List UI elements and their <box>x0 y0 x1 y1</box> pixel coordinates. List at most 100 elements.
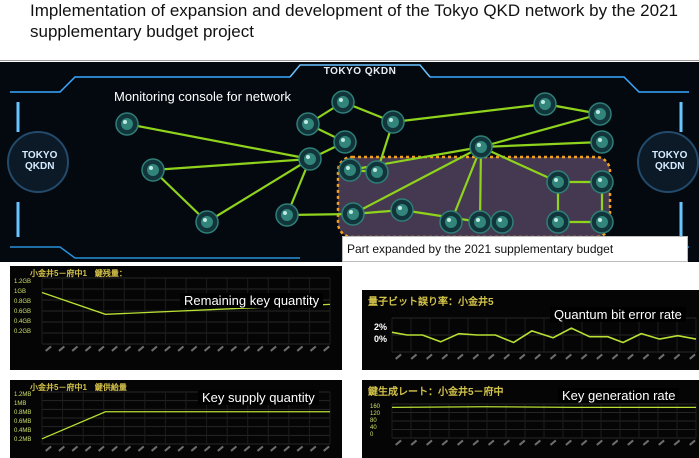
network-node <box>115 112 139 136</box>
x-tick <box>611 353 619 360</box>
x-tick <box>137 345 145 352</box>
network-console: TOKYO QKDN TOKYO QKDN TOKYO QKDN Monitor… <box>0 62 699 262</box>
x-tick <box>309 345 317 352</box>
x-tick <box>150 345 158 352</box>
x-tick <box>441 439 449 446</box>
slide-title: Implementation of expansion and developm… <box>30 1 678 41</box>
y-tick: 0 <box>370 432 374 438</box>
x-tick <box>71 345 79 352</box>
qber-label: Quantum bit error rate <box>550 307 686 322</box>
network-node <box>468 210 492 234</box>
tokyo-qkdn-logo-right: TOKYO QKDN <box>652 150 688 172</box>
x-tick <box>673 439 681 446</box>
x-tick <box>456 353 464 360</box>
network-node <box>490 210 514 234</box>
remaining-key-panel: 小金井5－府中1 鍵残量： Remaining key quantity 1.2… <box>10 266 342 370</box>
x-tick <box>565 353 572 360</box>
network-node <box>365 160 389 184</box>
y-tick: 0.2GB <box>14 329 32 335</box>
x-tick <box>642 353 650 360</box>
y-tick: 0.2MB <box>14 437 32 443</box>
network-node <box>390 198 414 222</box>
x-tick <box>217 345 224 352</box>
x-tick <box>410 353 418 360</box>
x-tick <box>190 445 198 452</box>
x-tick <box>596 439 603 446</box>
network-node <box>588 102 612 126</box>
remaining-key-label: Remaining key quantity <box>180 293 324 308</box>
x-tick <box>642 439 650 446</box>
x-tick <box>410 439 418 446</box>
key-supply-header: 小金井5－府中1 鍵供給量 <box>30 383 127 392</box>
x-tick <box>627 353 634 360</box>
network-node <box>275 203 299 227</box>
x-tick <box>124 345 132 352</box>
y-tick: 80 <box>370 418 377 424</box>
x-tick <box>441 353 449 360</box>
x-tick <box>124 445 132 452</box>
x-tick <box>689 353 696 360</box>
x-tick <box>58 445 65 452</box>
x-tick <box>472 439 480 446</box>
network-node <box>341 202 365 226</box>
x-tick <box>456 439 464 446</box>
x-tick <box>98 445 105 452</box>
y-tick: 2% <box>374 322 388 332</box>
x-tick <box>164 345 171 352</box>
x-tick <box>111 445 118 452</box>
x-tick <box>84 445 92 452</box>
y-tick: 1GB <box>14 289 27 295</box>
monitor-console-label: Monitoring console for network <box>114 89 292 104</box>
x-tick <box>503 439 511 446</box>
x-tick <box>296 445 304 452</box>
network-node <box>439 210 463 234</box>
x-tick <box>426 353 433 360</box>
x-tick <box>71 445 79 452</box>
network-node <box>590 170 614 194</box>
x-tick <box>323 445 330 452</box>
network-graph <box>7 64 699 262</box>
x-tick <box>296 345 304 352</box>
x-tick <box>283 345 290 352</box>
x-tick <box>98 345 105 352</box>
y-tick: 0.6MB <box>14 419 32 425</box>
x-tick <box>309 445 317 452</box>
remaining-key-chart <box>41 277 331 352</box>
console-header: TOKYO QKDN <box>323 66 397 77</box>
y-tick: 40 <box>370 425 377 431</box>
network-node <box>533 92 557 116</box>
x-tick <box>611 439 619 446</box>
y-tick: 0.4GB <box>14 319 32 325</box>
key-rate-header: 鍵生成レート：小金井5－府中 <box>368 387 504 398</box>
x-tick <box>150 445 158 452</box>
y-tick: 0.8GB <box>14 299 32 305</box>
network-node <box>381 110 405 134</box>
x-tick <box>164 445 171 452</box>
x-tick <box>596 353 603 360</box>
x-tick <box>395 439 402 446</box>
network-node <box>338 158 362 182</box>
x-tick <box>45 445 52 452</box>
y-tick: 1MB <box>14 401 27 407</box>
series-line <box>391 406 696 409</box>
x-tick <box>58 345 65 352</box>
network-node <box>590 210 614 234</box>
network-link <box>152 157 311 172</box>
qber-panel: 量子ビット誤り率：小金井5 Quantum bit error rate 2% … <box>362 290 699 370</box>
key-supply-label: Key supply quantity <box>198 390 319 405</box>
x-tick <box>518 353 526 360</box>
x-tick <box>689 439 696 446</box>
x-tick <box>256 345 264 352</box>
x-tick <box>230 345 238 352</box>
network-node <box>333 130 357 154</box>
y-tick: 1.2GB <box>14 279 32 285</box>
x-tick <box>487 439 495 446</box>
y-tick: 1.2MB <box>14 392 32 398</box>
y-tick: 0.8MB <box>14 410 32 416</box>
x-tick <box>217 445 224 452</box>
x-tick <box>487 353 495 360</box>
x-tick <box>426 439 433 446</box>
x-tick <box>111 345 118 352</box>
x-tick <box>534 353 541 360</box>
x-tick <box>256 445 264 452</box>
